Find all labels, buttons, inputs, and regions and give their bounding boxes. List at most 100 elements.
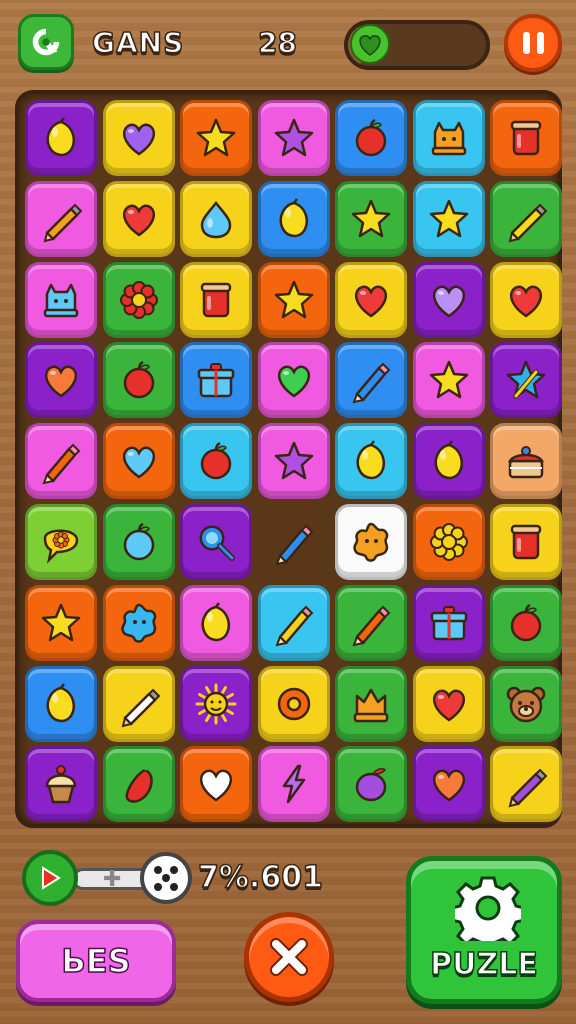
board-tile[interactable] xyxy=(258,504,330,580)
board-tile[interactable] xyxy=(180,665,252,742)
heart-blue-icon xyxy=(122,446,155,479)
board-tile[interactable] xyxy=(335,584,407,661)
crayon-green-icon xyxy=(121,688,160,727)
board-tile[interactable] xyxy=(102,423,175,500)
board-tile[interactable] xyxy=(257,342,330,419)
star-purple-icon xyxy=(274,441,313,480)
board-tile[interactable] xyxy=(180,100,252,176)
heart-orange-icon xyxy=(432,769,465,802)
bottom-value-readout: 7%.601 xyxy=(197,859,323,896)
board-tile[interactable] xyxy=(180,504,252,580)
board-tile[interactable] xyxy=(102,100,175,176)
board-tile[interactable] xyxy=(102,504,175,580)
board-tile[interactable] xyxy=(335,665,407,742)
board-tile[interactable] xyxy=(102,180,175,257)
board-tile[interactable] xyxy=(257,180,330,257)
board-tile[interactable] xyxy=(25,100,97,176)
board-tile[interactable] xyxy=(490,665,562,742)
board-tile[interactable] xyxy=(257,423,330,500)
crayon-icon xyxy=(43,203,83,243)
board-tile[interactable] xyxy=(412,504,485,580)
play-button[interactable] xyxy=(22,850,78,906)
board-tile[interactable] xyxy=(102,665,175,742)
board-tile[interactable] xyxy=(102,261,175,338)
board-tile[interactable] xyxy=(180,342,252,419)
board-tile[interactable] xyxy=(25,261,97,338)
board-tile[interactable] xyxy=(490,584,562,661)
heart-purple-icon xyxy=(122,123,155,156)
crayon-purple-icon xyxy=(508,768,548,808)
puzzle-button-label: PUZLE xyxy=(429,946,538,983)
board-tile[interactable] xyxy=(412,746,485,823)
dice-dot xyxy=(170,866,178,874)
heart-red-icon xyxy=(354,285,388,318)
board-tile[interactable] xyxy=(490,180,562,257)
board-tile[interactable] xyxy=(412,100,485,176)
lemon-icon xyxy=(46,117,75,157)
board-tile[interactable] xyxy=(335,746,407,823)
board-tile[interactable] xyxy=(257,100,330,176)
board-tile[interactable] xyxy=(102,342,175,419)
lemon-icon xyxy=(434,440,463,480)
splat-orange-icon xyxy=(353,522,389,562)
game-title: GANS xyxy=(91,25,185,60)
board-tile[interactable] xyxy=(180,180,252,257)
board-tile[interactable] xyxy=(335,342,407,419)
board-tile[interactable] xyxy=(25,423,97,500)
board-tile[interactable] xyxy=(412,342,485,419)
board-tile[interactable] xyxy=(102,584,175,661)
board-tile[interactable] xyxy=(412,423,485,500)
close-button[interactable] xyxy=(244,912,334,1002)
dice-button[interactable] xyxy=(140,852,192,904)
puzzle-button[interactable]: PUZLE xyxy=(406,856,562,1004)
board-tile[interactable] xyxy=(102,746,175,823)
board-tile[interactable] xyxy=(490,504,562,580)
board-tile[interactable] xyxy=(412,584,485,661)
splat-blue-icon xyxy=(120,603,156,643)
jar-icon xyxy=(510,120,542,156)
star-wand-icon xyxy=(506,361,546,399)
board-tile[interactable] xyxy=(180,261,252,338)
top-bar: GANS 28 xyxy=(0,0,576,90)
board-tile[interactable] xyxy=(257,746,330,823)
board-tile[interactable] xyxy=(490,746,562,823)
board-tile[interactable] xyxy=(25,504,97,580)
board-tile[interactable] xyxy=(335,100,407,176)
lemon-icon xyxy=(201,602,230,641)
board-tile[interactable] xyxy=(180,423,252,500)
board-tile[interactable] xyxy=(490,100,562,176)
board-tile[interactable] xyxy=(490,261,562,338)
flower-red-icon xyxy=(119,280,158,319)
board-tile[interactable] xyxy=(257,665,330,742)
board-tile[interactable] xyxy=(412,261,485,338)
board-tile[interactable] xyxy=(180,584,252,661)
board-tile[interactable] xyxy=(412,665,485,742)
board-tile[interactable] xyxy=(335,504,407,580)
heart-green-icon xyxy=(277,365,310,398)
box-blue-icon xyxy=(197,363,235,398)
board-tile[interactable] xyxy=(25,342,97,419)
board-tile[interactable] xyxy=(335,261,407,338)
board-tile[interactable] xyxy=(25,584,97,661)
board-tile[interactable] xyxy=(335,180,407,257)
board-tile[interactable] xyxy=(25,180,97,257)
board-tile[interactable] xyxy=(335,423,407,500)
pause-icon-bar xyxy=(536,32,544,54)
board-tile[interactable] xyxy=(490,342,562,419)
board-tile[interactable] xyxy=(490,423,562,500)
board-tile[interactable] xyxy=(180,746,252,823)
plum-icon xyxy=(355,768,387,802)
apple-icon xyxy=(123,361,154,399)
board-tile[interactable] xyxy=(257,261,330,338)
pencil-orange-icon xyxy=(352,605,391,647)
pause-button[interactable] xyxy=(504,14,562,72)
cupcake-icon xyxy=(45,765,77,804)
board-tile[interactable] xyxy=(412,180,485,257)
crayon-yellow-icon xyxy=(508,203,548,243)
dice-dot xyxy=(162,874,170,882)
game-board xyxy=(15,90,562,828)
left-action-button[interactable]: ЬES xyxy=(16,920,176,1002)
board-tile[interactable] xyxy=(25,665,97,742)
board-tile[interactable] xyxy=(25,746,97,823)
board-tile[interactable] xyxy=(257,584,330,661)
